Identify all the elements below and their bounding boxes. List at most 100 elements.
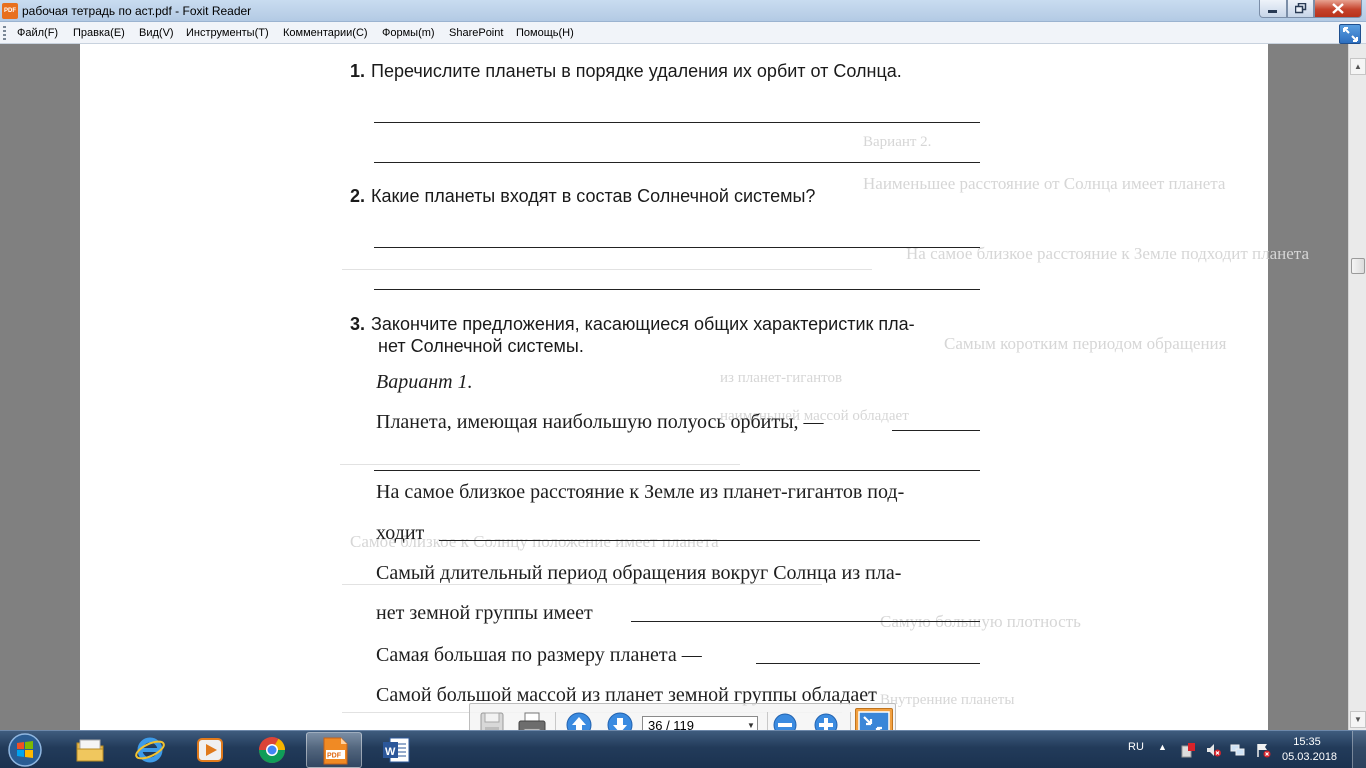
previous-page-button[interactable]: [563, 709, 595, 730]
question-text: Закончите предложения, касающиеся общих …: [371, 314, 915, 334]
svg-text:W: W: [385, 746, 396, 758]
taskbar-internet-explorer[interactable]: [122, 732, 178, 768]
printer-icon: [518, 712, 546, 730]
show-through-text: Самую большую плотность: [880, 612, 1081, 631]
close-icon: [1332, 3, 1344, 14]
scroll-down-arrow-icon[interactable]: ▼: [1350, 711, 1366, 728]
system-clock[interactable]: 15:35 05.03.2018: [1282, 735, 1338, 765]
start-button[interactable]: [4, 732, 46, 768]
chevron-down-icon[interactable]: ▼: [745, 717, 757, 730]
show-through-text: Наименьшее расстояние от Солнца имеет пл…: [863, 174, 1226, 193]
sentence-2: На самое близкое расстояние к Земле из п…: [376, 481, 905, 503]
answer-line: [892, 430, 980, 431]
clock-time: 15:35: [1293, 736, 1321, 748]
menu-comments[interactable]: Комментарии(C): [283, 27, 368, 39]
fullscreen-arrows-icon: [1343, 27, 1358, 42]
sentence-2-continued: ходит: [376, 522, 425, 544]
arrow-up-icon: [566, 712, 592, 730]
word-icon: W: [383, 737, 410, 763]
next-page-button[interactable]: [604, 709, 636, 730]
fullscreen-toggle-button[interactable]: [1339, 24, 1361, 44]
menu-bar: Файл(F) Правка(E) Вид(V) Инструменты(T) …: [0, 22, 1366, 44]
sentence-4: Самая большая по размеру планета —: [376, 644, 702, 666]
answer-line: [374, 122, 980, 123]
answer-line: [756, 663, 980, 664]
answer-line: [439, 540, 980, 541]
page-number-field[interactable]: 36 / 119 ▼: [642, 716, 758, 730]
zoom-out-button[interactable]: [769, 709, 801, 730]
question-number: 2.: [350, 186, 366, 206]
floating-toolbar: 36 / 119 ▼: [469, 703, 896, 730]
page-indicator: 36 / 119: [648, 718, 695, 730]
clock-date: 05.03.2018: [1282, 751, 1338, 763]
restore-button[interactable]: [1287, 0, 1314, 18]
minimize-button[interactable]: [1259, 0, 1287, 18]
taskbar-foxit-reader[interactable]: PDF: [306, 732, 362, 768]
scroll-up-arrow-icon[interactable]: ▲: [1350, 58, 1366, 75]
exit-full-screen-icon: [858, 711, 890, 730]
question-text: Перечислите планеты в порядке удаления и…: [371, 61, 902, 81]
toolbar-separator: [555, 712, 556, 730]
menu-tools[interactable]: Инструменты(T): [186, 27, 269, 39]
answer-line: [374, 289, 980, 290]
title-bar: PDF рабочая тетрадь по аст.pdf - Foxit R…: [0, 0, 1366, 22]
close-button[interactable]: [1314, 0, 1362, 18]
variant-heading: Вариант 1.: [376, 371, 473, 393]
sentence-1: Планета, имеющая наибольшую полуось орби…: [376, 411, 824, 433]
folder-icon: [76, 739, 104, 762]
menu-help[interactable]: Помощь(H): [516, 27, 574, 39]
show-through-text: Вариант 2.: [863, 134, 932, 150]
internet-explorer-icon: [135, 737, 165, 763]
answer-line: [374, 470, 980, 471]
scrollbar-thumb[interactable]: [1351, 258, 1365, 274]
menu-file[interactable]: Файл(F): [17, 27, 58, 39]
window-title: рабочая тетрадь по аст.pdf - Foxit Reade…: [22, 4, 252, 18]
toolbar-separator: [767, 712, 768, 730]
tray-network[interactable]: [1230, 742, 1246, 758]
svg-text:PDF: PDF: [327, 753, 342, 760]
menu-grip-handle[interactable]: [3, 26, 6, 40]
toolbar-separator: [850, 712, 851, 730]
document-viewport[interactable]: Вариант 2. Наименьшее расстояние от Солн…: [0, 44, 1348, 730]
zoom-in-button[interactable]: [810, 709, 842, 730]
show-through-text: из планет-гигантов: [720, 370, 843, 386]
taskbar-explorer[interactable]: [62, 732, 118, 768]
tray-volume[interactable]: [1205, 742, 1221, 758]
show-desktop-button[interactable]: [1352, 731, 1366, 768]
show-through-line: [342, 269, 872, 270]
question-2: 2. Какие планеты входят в состав Солнечно…: [350, 186, 815, 207]
question-1: 1. Перечислите планеты в порядке удаления…: [350, 61, 902, 82]
taskbar-media-player[interactable]: [182, 732, 238, 768]
question-text: Какие планеты входят в состав Солнечной …: [371, 186, 816, 206]
exit-full-screen-button[interactable]: [855, 708, 893, 730]
minimize-icon: [1268, 10, 1277, 13]
pdf-page: Вариант 2. Наименьшее расстояние от Солн…: [80, 44, 1309, 730]
menu-sharepoint[interactable]: SharePoint: [449, 27, 503, 39]
tray-antivirus[interactable]: [1180, 742, 1196, 758]
show-hidden-icons-button[interactable]: ▲: [1158, 742, 1167, 752]
vertical-scrollbar[interactable]: ▲ ▼: [1348, 44, 1366, 730]
menu-edit[interactable]: Правка(E): [73, 27, 125, 39]
save-icon: [480, 712, 504, 730]
print-button[interactable]: [516, 709, 548, 730]
speaker-muted-icon: [1207, 744, 1221, 757]
menu-forms[interactable]: Формы(m): [382, 27, 435, 39]
taskbar-chrome[interactable]: [244, 732, 300, 768]
question-number: 1.: [350, 61, 366, 81]
input-language-indicator[interactable]: RU: [1128, 741, 1144, 753]
foxit-pdf-icon: PDF: [323, 737, 348, 765]
taskbar: PDF W RU ▲ 15:35 05.03.2018: [0, 730, 1366, 768]
taskbar-word[interactable]: W: [368, 732, 424, 768]
save-button[interactable]: [476, 709, 508, 730]
foxit-app-icon[interactable]: PDF: [2, 3, 18, 19]
zoom-out-icon: [773, 713, 797, 730]
menu-view[interactable]: Вид(V): [139, 27, 174, 39]
restore-icon: [1294, 2, 1306, 14]
question-3: 3. Закончите предложения, касающиеся общи…: [350, 314, 915, 335]
arrow-down-icon: [607, 712, 633, 730]
sentence-3: Самый длительный период обращения вокруг…: [376, 562, 902, 584]
chrome-icon: [258, 737, 286, 764]
shield-alert-icon: [1181, 743, 1195, 758]
sentence-3-continued: нет земной группы имеет: [376, 602, 593, 624]
tray-action-center[interactable]: [1255, 742, 1271, 758]
